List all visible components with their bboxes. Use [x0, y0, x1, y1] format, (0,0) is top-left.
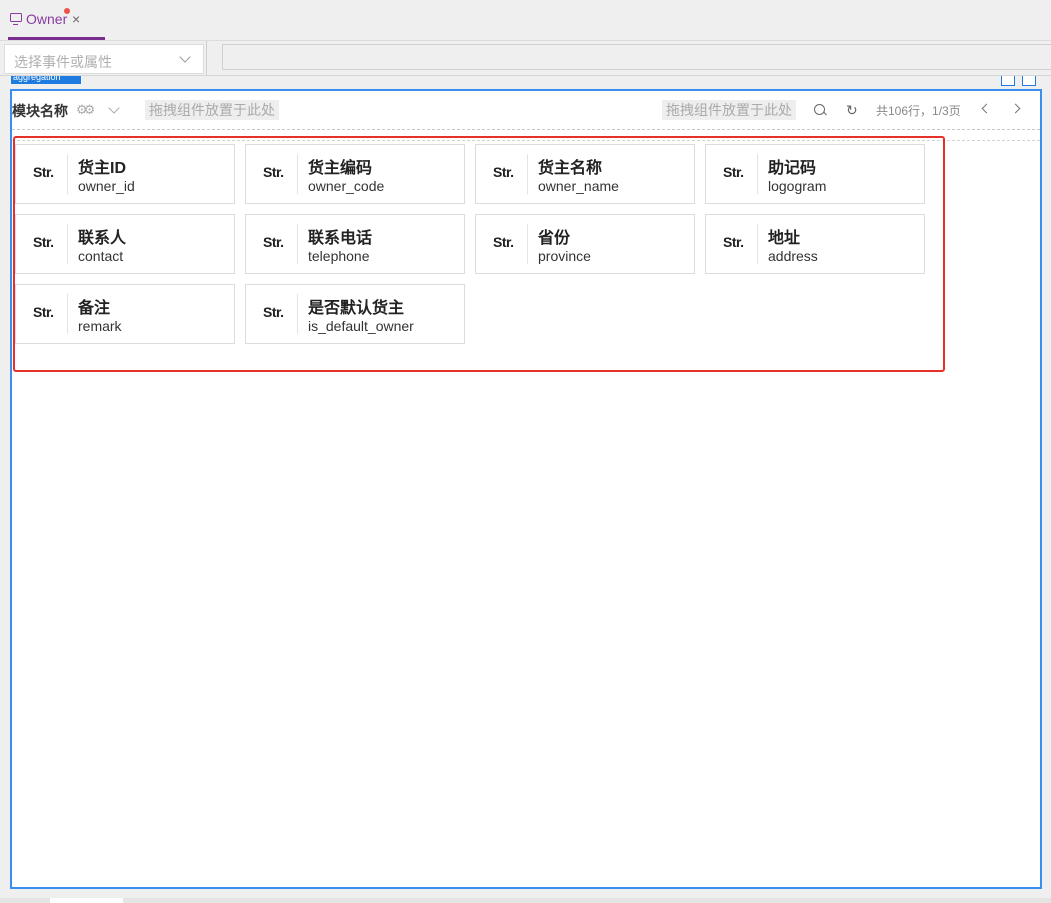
field-key: remark — [78, 318, 122, 334]
field-key: logogram — [768, 178, 827, 194]
field-label: 省份 — [538, 230, 571, 247]
string-type-icon: Str. — [263, 234, 284, 250]
field-label: 是否默认货主 — [308, 300, 405, 317]
field-card[interactable]: Str. 联系人 contact — [15, 214, 235, 274]
field-card[interactable]: Str. 备注 remark — [15, 284, 235, 344]
card-divider — [297, 294, 298, 334]
field-card[interactable]: Str. 助记码 logogram — [705, 144, 925, 204]
designer-canvas: aggregation 模块名称 ⚙⚙ 拖拽组件放置于此处 拖拽组件放置于此处 … — [0, 76, 1051, 898]
panel-header: 模块名称 ⚙⚙ 拖拽组件放置于此处 拖拽组件放置于此处 ↻ 共106行，1/3页 — [12, 91, 1040, 130]
field-card[interactable]: Str. 联系电话 telephone — [245, 214, 465, 274]
prev-page-icon[interactable] — [981, 103, 992, 114]
card-divider — [297, 154, 298, 194]
expression-input[interactable] — [222, 44, 1051, 70]
field-key: owner_code — [308, 178, 385, 194]
field-card[interactable]: Str. 地址 address — [705, 214, 925, 274]
card-divider — [67, 224, 68, 264]
field-label: 助记码 — [768, 160, 817, 177]
chevron-down-icon — [179, 51, 191, 63]
aggregation-panel[interactable]: 模块名称 ⚙⚙ 拖拽组件放置于此处 拖拽组件放置于此处 ↻ 共106行，1/3页… — [10, 89, 1042, 889]
field-label: 联系电话 — [308, 230, 373, 247]
field-label: 联系人 — [78, 230, 127, 247]
refresh-icon[interactable]: ↻ — [846, 103, 858, 117]
bottom-tab-strip — [0, 898, 1051, 903]
string-type-icon: Str. — [493, 234, 514, 250]
chevron-down-icon[interactable] — [108, 102, 120, 114]
search-icon[interactable] — [814, 104, 825, 115]
field-card[interactable]: Str. 货主名称 owner_name — [475, 144, 695, 204]
field-card[interactable]: Str. 货主ID owner_id — [15, 144, 235, 204]
drop-zone-left[interactable]: 拖拽组件放置于此处 — [145, 100, 279, 120]
event-property-select[interactable]: 选择事件或属性 — [4, 44, 204, 74]
field-key: telephone — [308, 248, 370, 264]
gear-icon[interactable]: ⚙⚙ — [76, 102, 95, 118]
tab-owner[interactable]: Owner × — [8, 0, 105, 40]
next-page-icon[interactable] — [1010, 103, 1021, 114]
string-type-icon: Str. — [723, 164, 744, 180]
field-key: contact — [78, 248, 124, 264]
close-icon[interactable]: × — [72, 11, 80, 27]
field-key: is_default_owner — [308, 318, 414, 334]
card-divider — [527, 154, 528, 194]
string-type-icon: Str. — [493, 164, 514, 180]
string-type-icon: Str. — [723, 234, 744, 250]
field-key: province — [538, 248, 591, 264]
delete-icon[interactable] — [1022, 76, 1036, 86]
component-tag-label: aggregation — [13, 76, 61, 82]
toolbar-divider — [206, 41, 207, 75]
string-type-icon: Str. — [33, 304, 54, 320]
field-label: 货主名称 — [538, 160, 603, 177]
module-name[interactable]: 模块名称 — [12, 101, 68, 121]
card-divider — [67, 154, 68, 194]
string-type-icon: Str. — [33, 164, 54, 180]
field-key: owner_id — [78, 178, 135, 194]
tab-label: Owner — [26, 11, 68, 27]
field-label: 货主ID — [78, 160, 127, 177]
event-toolbar: 选择事件或属性 — [0, 41, 1051, 76]
card-divider — [757, 224, 758, 264]
field-key: owner_name — [538, 178, 619, 194]
field-label: 备注 — [78, 300, 111, 317]
monitor-icon — [10, 13, 22, 25]
bottom-tab[interactable] — [50, 898, 123, 903]
card-divider — [297, 224, 298, 264]
field-key: address — [768, 248, 818, 264]
unsaved-dot — [64, 8, 70, 14]
active-tab-indicator — [8, 37, 105, 40]
card-divider — [527, 224, 528, 264]
field-card[interactable]: Str. 是否默认货主 is_default_owner — [245, 284, 465, 344]
pager-info: 共106行，1/3页 — [876, 104, 961, 118]
field-card[interactable]: Str. 省份 province — [475, 214, 695, 274]
string-type-icon: Str. — [263, 164, 284, 180]
field-label: 货主编码 — [308, 160, 373, 177]
field-card[interactable]: Str. 货主编码 owner_code — [245, 144, 465, 204]
string-type-icon: Str. — [263, 304, 284, 320]
copy-icon[interactable] — [1001, 76, 1015, 86]
drop-zone-right[interactable]: 拖拽组件放置于此处 — [662, 100, 796, 120]
card-divider — [757, 154, 758, 194]
card-divider — [67, 294, 68, 334]
field-label: 地址 — [768, 230, 801, 247]
field-list: Str. 货主ID owner_id Str. 货主编码 owner_code … — [13, 136, 945, 372]
tab-bar: Owner × — [0, 0, 1051, 41]
event-select-placeholder: 选择事件或属性 — [14, 54, 112, 70]
component-tag[interactable]: aggregation — [11, 76, 81, 84]
string-type-icon: Str. — [33, 234, 54, 250]
